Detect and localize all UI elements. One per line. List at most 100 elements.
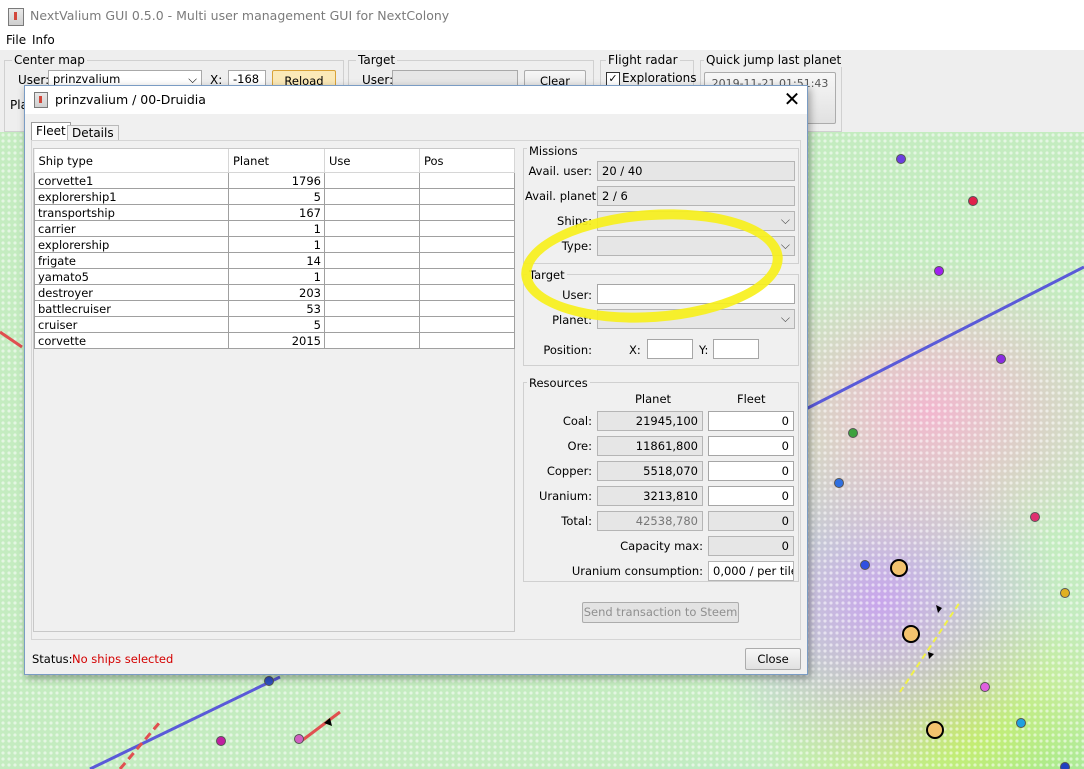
cell-pos[interactable]: [419, 332, 515, 349]
map-planet[interactable]: [934, 266, 944, 276]
chevron-down-icon: ⌵: [780, 213, 790, 227]
position-y-label: Y:: [699, 343, 709, 357]
table-row[interactable]: corvette1 1796: [34, 172, 515, 189]
map-highlighted-planet[interactable]: [926, 721, 944, 739]
cell-planet-count: 53: [228, 300, 325, 317]
table-row[interactable]: frigate 14: [34, 252, 515, 269]
quick-jump-label: Quick jump last planet: [704, 53, 844, 67]
table-row[interactable]: explorership1 5: [34, 188, 515, 205]
table-row[interactable]: carrier 1: [34, 220, 515, 237]
resources-title: Resources: [527, 376, 590, 390]
map-planet[interactable]: [996, 354, 1006, 364]
column-header-pos[interactable]: Pos: [419, 149, 515, 173]
column-header-ship-type[interactable]: Ship type: [34, 149, 229, 173]
map-planet[interactable]: [834, 478, 844, 488]
resource-fleet-input[interactable]: 0: [708, 461, 794, 481]
cell-use[interactable]: [324, 284, 420, 301]
explorations-label: Explorations: [622, 71, 697, 85]
map-highlighted-planet[interactable]: [890, 559, 908, 577]
cell-use[interactable]: [324, 252, 420, 269]
map-planet[interactable]: [896, 154, 906, 164]
resource-fleet-input[interactable]: 0: [708, 486, 794, 506]
send-transaction-button[interactable]: Send transaction to Steem: [582, 602, 739, 623]
tab-details[interactable]: Details: [67, 125, 119, 140]
cell-pos[interactable]: [419, 316, 515, 333]
map-planet[interactable]: [294, 734, 304, 744]
cell-use[interactable]: [324, 300, 420, 317]
capacity-max-value: 0: [708, 536, 794, 556]
table-row[interactable]: destroyer 203: [34, 284, 515, 301]
map-planet[interactable]: [860, 560, 870, 570]
cell-use[interactable]: [324, 172, 420, 189]
cell-use[interactable]: [324, 220, 420, 237]
resource-fleet-input[interactable]: 0: [708, 436, 794, 456]
cell-pos[interactable]: [419, 284, 515, 301]
map-planet[interactable]: [968, 196, 978, 206]
menu-file[interactable]: File: [6, 33, 26, 47]
cell-ship-type: battlecruiser: [34, 300, 229, 317]
map-planet[interactable]: [1060, 762, 1070, 769]
cell-use[interactable]: [324, 332, 420, 349]
cell-pos[interactable]: [419, 188, 515, 205]
cell-pos[interactable]: [419, 300, 515, 317]
cell-pos[interactable]: [419, 220, 515, 237]
table-row[interactable]: battlecruiser 53: [34, 300, 515, 317]
missions-title: Missions: [527, 144, 580, 158]
cell-pos[interactable]: [419, 172, 515, 189]
resource-planet-value: 21945,100: [597, 411, 703, 431]
cell-use[interactable]: [324, 204, 420, 221]
uranium-consumption-value: 0,000 / per tile: [708, 561, 794, 581]
resource-label: Copper:: [546, 464, 592, 478]
cell-use[interactable]: [324, 236, 420, 253]
cell-pos[interactable]: [419, 252, 515, 269]
map-planet[interactable]: [848, 428, 858, 438]
explorations-checkbox[interactable]: ✓: [606, 72, 620, 86]
map-highlighted-planet[interactable]: [902, 625, 920, 643]
target-label: Target: [356, 53, 398, 67]
cell-use[interactable]: [324, 188, 420, 205]
position-x-input[interactable]: [647, 339, 693, 359]
cell-planet-count: 203: [228, 284, 325, 301]
cell-ship-type: frigate: [34, 252, 229, 269]
resources-col-planet: Planet: [635, 392, 672, 406]
map-planet[interactable]: [1060, 588, 1070, 598]
center-map-label: Center map: [12, 53, 87, 67]
cell-pos[interactable]: [419, 236, 515, 253]
map-planet[interactable]: [264, 676, 274, 686]
fleet-table[interactable]: Ship type Planet Use Pos corvette1 1796 ex…: [33, 148, 515, 632]
dialog-title: prinzvalium / 00-Druidia: [55, 92, 206, 107]
cell-ship-type: explorership: [34, 236, 229, 253]
column-header-use[interactable]: Use: [324, 149, 420, 173]
cell-use[interactable]: [324, 316, 420, 333]
cell-ship-type: corvette1: [34, 172, 229, 189]
table-row[interactable]: cruiser 5: [34, 316, 515, 333]
flight-radar-label: Flight radar: [606, 53, 680, 67]
table-row[interactable]: explorership 1: [34, 236, 515, 253]
map-planet[interactable]: [1030, 512, 1040, 522]
column-header-planet[interactable]: Planet: [228, 149, 325, 173]
cell-pos[interactable]: [419, 204, 515, 221]
table-row[interactable]: yamato5 1: [34, 268, 515, 285]
map-planet[interactable]: [216, 736, 226, 746]
dialog-close-icon[interactable]: ✕: [781, 88, 803, 110]
status-label: Status:: [32, 652, 73, 666]
cell-planet-count: 1: [228, 220, 325, 237]
map-planet[interactable]: [980, 682, 990, 692]
resources-col-fleet: Fleet: [737, 392, 766, 406]
menu-info[interactable]: Info: [32, 33, 55, 47]
cell-pos[interactable]: [419, 268, 515, 285]
cell-planet-count: 1: [228, 268, 325, 285]
status-value: No ships selected: [72, 652, 174, 666]
position-x-label: X:: [629, 343, 641, 357]
cell-planet-count: 14: [228, 252, 325, 269]
cell-use[interactable]: [324, 268, 420, 285]
table-row[interactable]: transportship 167: [34, 204, 515, 221]
java-dialog-icon: [34, 92, 48, 108]
tab-fleet[interactable]: Fleet: [31, 122, 71, 140]
position-y-input[interactable]: [713, 339, 759, 359]
close-button[interactable]: Close: [745, 648, 801, 670]
resource-label: Ore:: [567, 439, 592, 453]
resource-fleet-input[interactable]: 0: [708, 411, 794, 431]
map-planet[interactable]: [1016, 718, 1026, 728]
table-row[interactable]: corvette 2015: [34, 332, 515, 349]
